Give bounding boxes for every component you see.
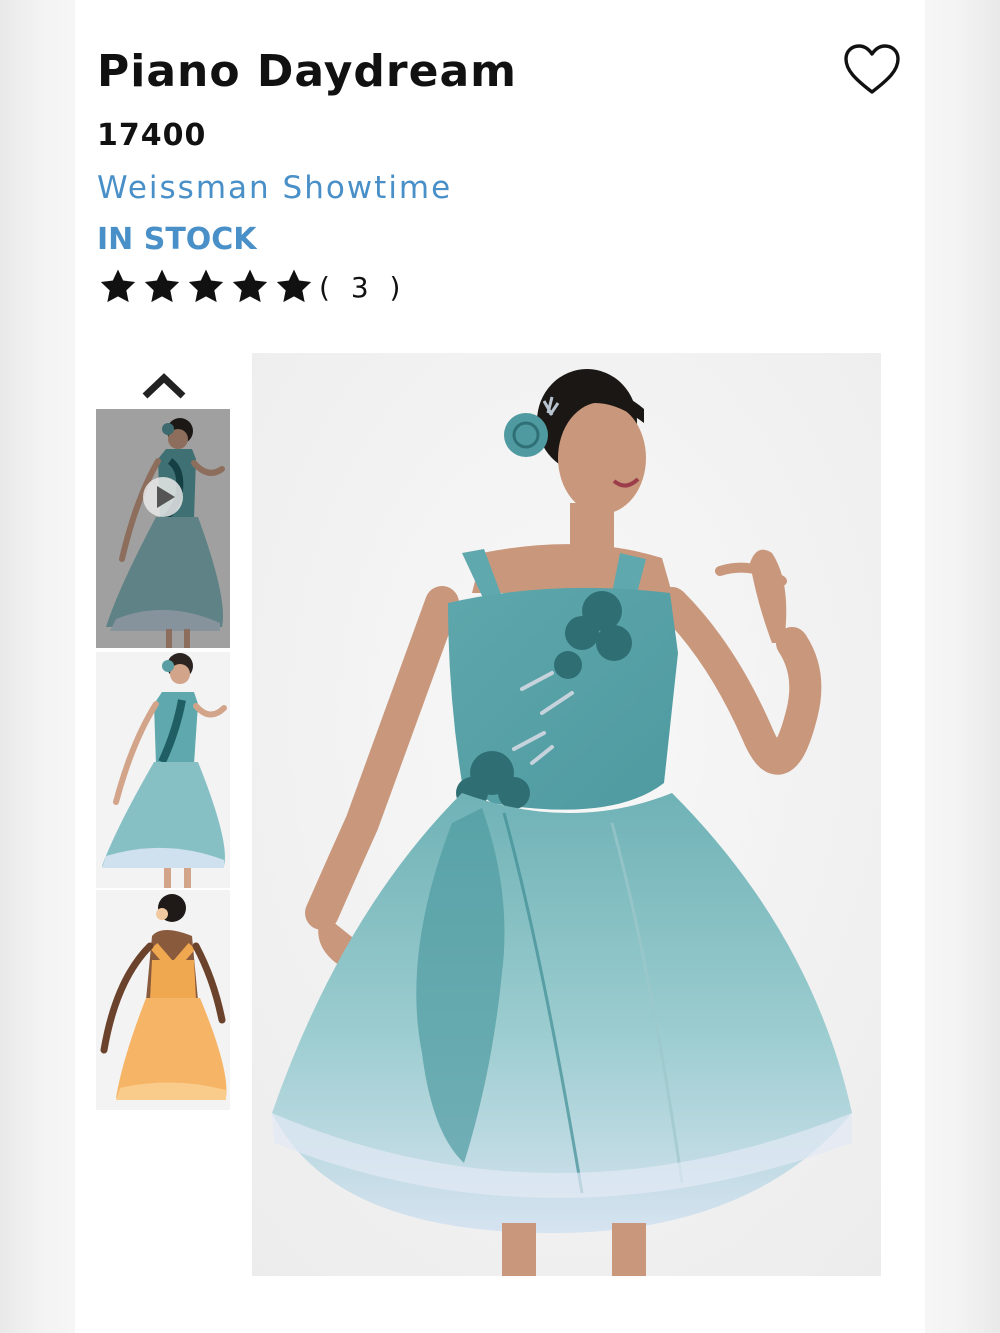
thumbnail-video[interactable] <box>96 409 230 648</box>
product-sku: 17400 <box>97 118 207 153</box>
star-icon <box>100 269 136 303</box>
thumbnail-image <box>96 652 230 888</box>
thumbnail-image <box>96 409 230 648</box>
product-page: Piano Daydream 17400 Weissman Showtime I… <box>75 0 925 1333</box>
brand-link[interactable]: Weissman Showtime <box>97 170 452 206</box>
dress-illustration <box>252 353 881 1276</box>
main-product-image[interactable] <box>252 353 881 1276</box>
rating-stars <box>97 267 317 307</box>
rating[interactable]: ( 3 ) <box>97 267 406 307</box>
stock-status: IN STOCK <box>97 222 257 257</box>
thumbnail-image <box>96 890 230 1110</box>
thumbnail-image-back[interactable] <box>96 890 230 1110</box>
thumbnail-image-front[interactable] <box>96 652 230 888</box>
star-icon <box>144 269 180 303</box>
chevron-up-icon[interactable] <box>139 368 189 402</box>
heart-icon[interactable] <box>843 42 901 96</box>
star-icon <box>188 269 224 303</box>
star-icon <box>232 269 268 303</box>
star-icon <box>276 269 312 303</box>
product-title: Piano Daydream <box>97 46 518 97</box>
review-count[interactable]: ( 3 ) <box>319 271 406 304</box>
